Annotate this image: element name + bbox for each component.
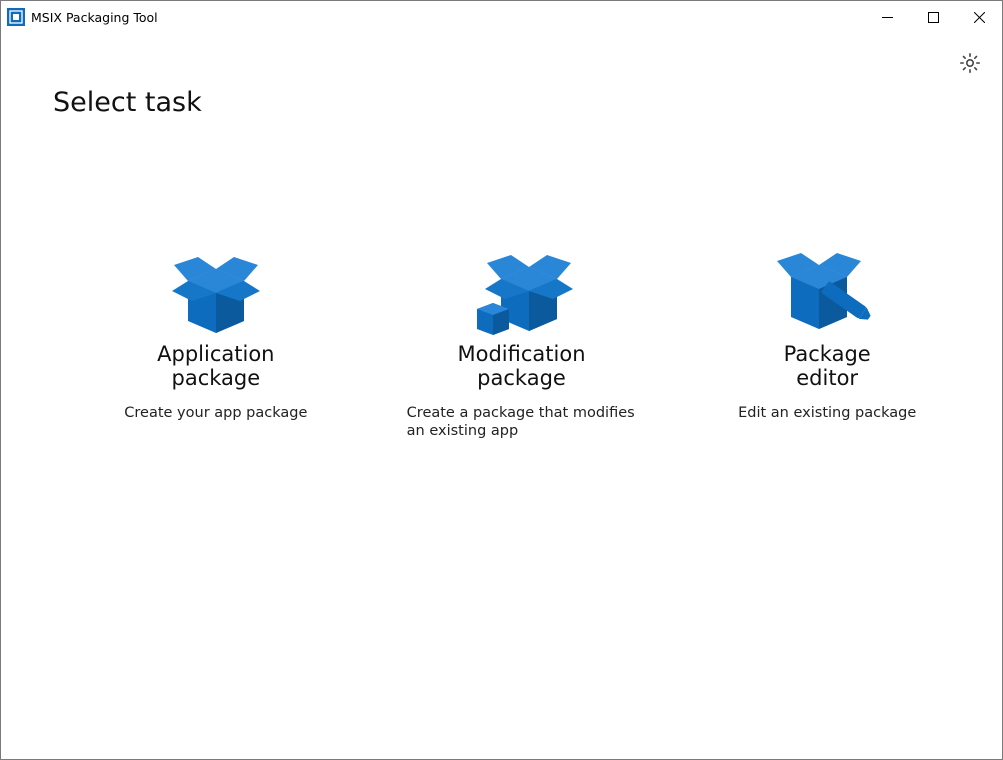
task-subtitle: Edit an existing package bbox=[704, 404, 950, 422]
open-box-icon bbox=[93, 248, 339, 338]
task-package-editor[interactable]: Package editor Edit an existing package bbox=[704, 248, 950, 441]
task-cards: Application package Create your app pack… bbox=[53, 248, 950, 441]
minimize-button[interactable] bbox=[864, 1, 910, 33]
gear-icon bbox=[958, 51, 982, 79]
window-title: MSIX Packaging Tool bbox=[31, 10, 864, 25]
page-heading: Select task bbox=[53, 87, 950, 118]
main-content: Select task bbox=[1, 79, 1002, 759]
task-title: Application package bbox=[93, 342, 339, 390]
task-title: Modification package bbox=[399, 342, 645, 390]
settings-button[interactable] bbox=[956, 51, 984, 79]
titlebar: MSIX Packaging Tool bbox=[1, 1, 1002, 33]
task-subtitle: Create a package that modifies an existi… bbox=[399, 404, 645, 440]
maximize-button[interactable] bbox=[910, 1, 956, 33]
box-with-pencil-icon bbox=[704, 248, 950, 338]
task-subtitle: Create your app package bbox=[93, 404, 339, 422]
app-icon bbox=[7, 8, 25, 26]
task-application-package[interactable]: Application package Create your app pack… bbox=[93, 248, 339, 441]
open-box-with-small-box-icon bbox=[399, 248, 645, 338]
toolbar bbox=[1, 33, 1002, 79]
close-button[interactable] bbox=[956, 1, 1002, 33]
app-window: MSIX Packaging Tool bbox=[0, 0, 1003, 760]
window-controls bbox=[864, 1, 1002, 33]
task-title: Package editor bbox=[704, 342, 950, 390]
task-modification-package[interactable]: Modification package Create a package th… bbox=[399, 248, 645, 441]
